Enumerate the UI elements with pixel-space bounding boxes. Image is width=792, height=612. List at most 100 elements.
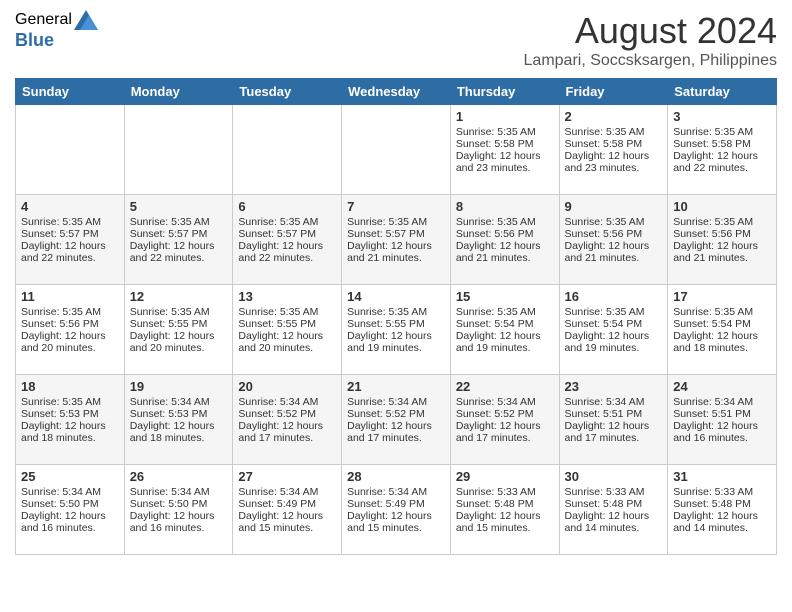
day-info: Daylight: 12 hours (565, 510, 663, 522)
day-info: Daylight: 12 hours (673, 240, 771, 252)
day-info: Sunset: 5:56 PM (21, 318, 119, 330)
day-info: Sunrise: 5:35 AM (130, 306, 228, 318)
day-info: Sunset: 5:58 PM (673, 138, 771, 150)
day-number: 6 (238, 199, 336, 214)
day-info: Daylight: 12 hours (21, 510, 119, 522)
day-info: Sunrise: 5:34 AM (565, 396, 663, 408)
cell-4-2: 27 Sunrise: 5:34 AMSunset: 5:49 PMDayligh… (233, 465, 342, 555)
day-info: Daylight: 12 hours (130, 240, 228, 252)
day-info: Sunset: 5:55 PM (347, 318, 445, 330)
day-info: Daylight: 12 hours (565, 420, 663, 432)
day-info: Daylight: 12 hours (673, 510, 771, 522)
day-info: Sunset: 5:57 PM (347, 228, 445, 240)
day-info: Daylight: 12 hours (456, 150, 554, 162)
day-info: Sunrise: 5:35 AM (565, 216, 663, 228)
cell-3-6: 24Sunrise: 5:34 AMSunset: 5:51 PMDayligh… (668, 375, 777, 465)
cell-2-0: 11Sunrise: 5:35 AMSunset: 5:56 PMDayligh… (16, 285, 125, 375)
day-header-saturday: Saturday (668, 79, 777, 105)
day-info: Daylight: 12 hours (238, 510, 336, 522)
cell-4-0: 25Sunrise: 5:34 AMSunset: 5:50 PMDayligh… (16, 465, 125, 555)
day-info: Sunset: 5:55 PM (238, 318, 336, 330)
day-info: Daylight: 12 hours (565, 330, 663, 342)
day-number: 22 (456, 379, 554, 394)
day-info: Daylight: 12 hours (21, 240, 119, 252)
day-info: Daylight: 12 hours (21, 330, 119, 342)
location: Lampari, Soccsksargen, Philippines (524, 52, 777, 70)
day-info: Sunset: 5:50 PM (130, 498, 228, 510)
day-info: and 21 minutes. (565, 252, 663, 264)
logo-blue: Blue (15, 30, 54, 51)
cell-1-6: 10Sunrise: 5:35 AMSunset: 5:56 PMDayligh… (668, 195, 777, 285)
day-info: and 22 minutes. (130, 252, 228, 264)
day-info: and 16 minutes. (21, 522, 119, 534)
cell-0-5: 2Sunrise: 5:35 AMSunset: 5:58 PMDaylight… (559, 105, 668, 195)
day-info: and 20 minutes. (130, 342, 228, 354)
day-info: Daylight: 12 hours (238, 420, 336, 432)
day-info: Sunset: 5:55 PM (130, 318, 228, 330)
page-container: General Blue August 2024 Lampari, Soccsk… (0, 0, 792, 565)
day-info: Sunrise: 5:35 AM (347, 216, 445, 228)
header: General Blue August 2024 Lampari, Soccsk… (15, 10, 777, 70)
day-info: Sunrise: 5:34 AM (673, 396, 771, 408)
day-info: Sunrise: 5:35 AM (673, 126, 771, 138)
day-info: Sunset: 5:54 PM (456, 318, 554, 330)
day-number: 18 (21, 379, 119, 394)
cell-2-2: 13Sunrise: 5:35 AMSunset: 5:55 PMDayligh… (233, 285, 342, 375)
day-number: 29 (456, 469, 554, 484)
day-info: Daylight: 12 hours (456, 420, 554, 432)
day-number: 16 (565, 289, 663, 304)
day-info: Sunrise: 5:35 AM (565, 126, 663, 138)
cell-3-5: 23Sunrise: 5:34 AMSunset: 5:51 PMDayligh… (559, 375, 668, 465)
day-info: Sunrise: 5:35 AM (456, 126, 554, 138)
day-info: and 15 minutes. (347, 522, 445, 534)
day-info: and 18 minutes. (673, 342, 771, 354)
day-info: Sunset: 5:49 PM (238, 498, 336, 510)
day-info: Sunrise: 5:35 AM (673, 216, 771, 228)
day-info: Sunset: 5:56 PM (673, 228, 771, 240)
day-info: and 16 minutes. (130, 522, 228, 534)
cell-0-4: 1Sunrise: 5:35 AMSunset: 5:58 PMDaylight… (450, 105, 559, 195)
cell-2-3: 14Sunrise: 5:35 AMSunset: 5:55 PMDayligh… (342, 285, 451, 375)
cell-2-5: 16Sunrise: 5:35 AMSunset: 5:54 PMDayligh… (559, 285, 668, 375)
day-info: Sunrise: 5:35 AM (565, 306, 663, 318)
cell-4-5: 30Sunrise: 5:33 AMSunset: 5:48 PMDayligh… (559, 465, 668, 555)
day-info: Sunrise: 5:35 AM (456, 306, 554, 318)
day-info: Daylight: 12 hours (565, 240, 663, 252)
day-info: and 22 minutes. (238, 252, 336, 264)
day-info: Daylight: 12 hours (238, 330, 336, 342)
title-area: August 2024 Lampari, Soccsksargen, Phili… (524, 10, 777, 70)
week-row-1: 4Sunrise: 5:35 AMSunset: 5:57 PMDaylight… (16, 195, 777, 285)
cell-2-6: 17Sunrise: 5:35 AMSunset: 5:54 PMDayligh… (668, 285, 777, 375)
day-info: Sunrise: 5:33 AM (565, 486, 663, 498)
day-info: Sunrise: 5:35 AM (456, 216, 554, 228)
day-info: Sunset: 5:58 PM (456, 138, 554, 150)
day-info: Sunrise: 5:35 AM (347, 306, 445, 318)
day-number: 24 (673, 379, 771, 394)
day-info: Sunset: 5:48 PM (456, 498, 554, 510)
day-info: Daylight: 12 hours (238, 240, 336, 252)
day-info: Sunrise: 5:33 AM (456, 486, 554, 498)
day-info: and 23 minutes. (565, 162, 663, 174)
day-info: Sunrise: 5:34 AM (238, 486, 336, 498)
day-info: Daylight: 12 hours (456, 240, 554, 252)
day-number: 11 (21, 289, 119, 304)
day-header-tuesday: Tuesday (233, 79, 342, 105)
day-number: 13 (238, 289, 336, 304)
day-info: and 19 minutes. (456, 342, 554, 354)
cell-0-1 (124, 105, 233, 195)
day-info: Sunset: 5:49 PM (347, 498, 445, 510)
day-number: 27 (238, 469, 336, 484)
day-info: Sunset: 5:48 PM (565, 498, 663, 510)
day-info: Sunset: 5:52 PM (456, 408, 554, 420)
day-info: Sunset: 5:56 PM (565, 228, 663, 240)
day-info: and 19 minutes. (565, 342, 663, 354)
day-number: 15 (456, 289, 554, 304)
day-info: and 22 minutes. (21, 252, 119, 264)
day-info: Daylight: 12 hours (347, 330, 445, 342)
cell-1-4: 8Sunrise: 5:35 AMSunset: 5:56 PMDaylight… (450, 195, 559, 285)
day-info: and 20 minutes. (21, 342, 119, 354)
day-info: Sunset: 5:56 PM (456, 228, 554, 240)
day-info: and 17 minutes. (456, 432, 554, 444)
day-info: Sunrise: 5:35 AM (238, 216, 336, 228)
day-info: Sunset: 5:58 PM (565, 138, 663, 150)
